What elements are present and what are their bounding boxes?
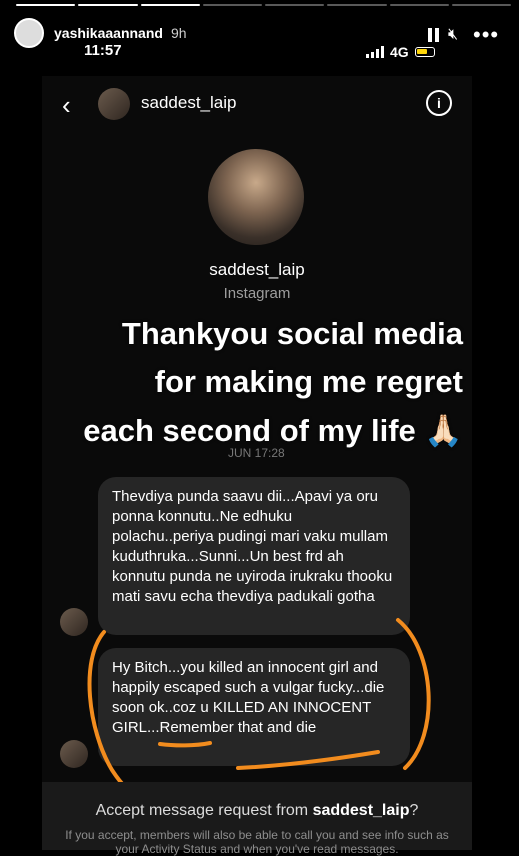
accept-request-title: Accept message request from saddest_laip… [42,802,472,820]
accept-request-subtext: If you accept, members will also be able… [65,828,449,856]
orange-annotation-marks [87,618,431,800]
accept-prefix: Accept message request from [95,802,313,819]
accept-suffix: ? [409,802,419,819]
accept-username: saddest_laip [312,802,410,819]
accept-request-panel: Accept message request from saddest_laip… [42,782,472,856]
